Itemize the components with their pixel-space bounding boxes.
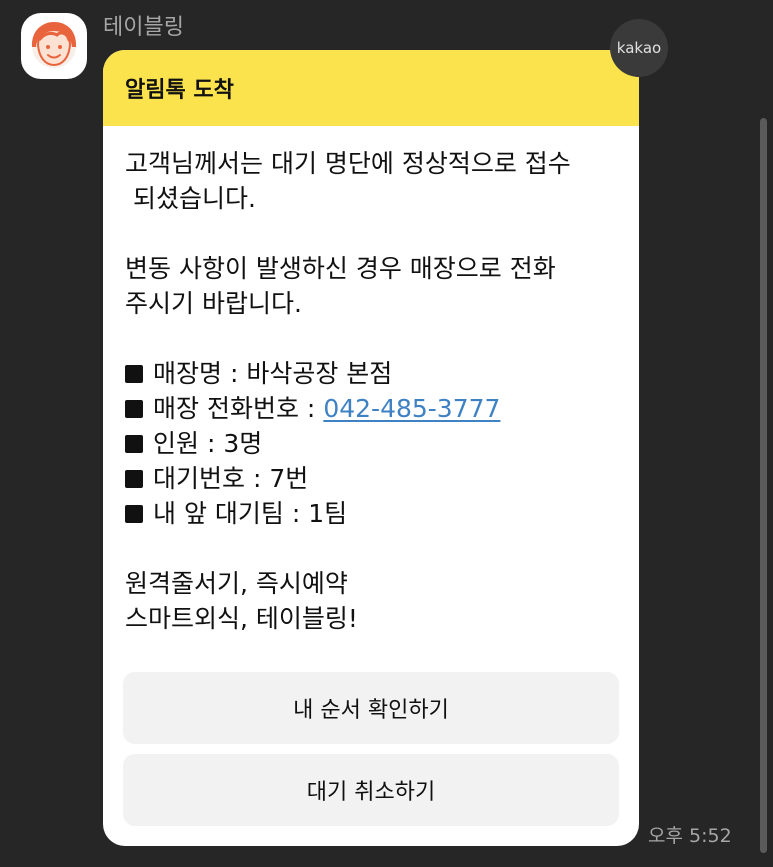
message-line: 변동 사항이 발생하신 경우 매장으로 전화 [125,254,556,283]
kakao-badge: kakao [610,19,668,77]
message-line: 고객님께서는 대기 명단에 정상적으로 접수 [125,149,571,178]
info-store-name: 매장명 : 바삭공장 본점 [125,356,617,391]
info-teams-ahead: 내 앞 대기팀 : 1팀 [125,496,617,531]
square-bullet-icon [125,399,143,418]
person-avatar-icon [31,22,77,68]
message-body: 고객님께서는 대기 명단에 정상적으로 접수 되셨습니다. 변동 사항이 발생하… [103,126,639,636]
square-bullet-icon [125,469,143,488]
message-timestamp: 오후 5:52 [648,825,732,847]
info-text: 매장 전화번호 : [153,394,316,423]
info-text: 매장명 : 바삭공장 본점 [153,359,393,388]
message-line: 되셨습니다. [125,184,256,213]
sender-name: 테이블링 [103,15,184,40]
info-store-phone: 매장 전화번호 : 042-485-3777 [125,391,617,426]
slogan-line: 원격줄서기, 즉시예약 [125,569,348,598]
sender-avatar[interactable] [21,13,87,79]
square-bullet-icon [125,364,143,383]
cancel-wait-button[interactable]: 대기 취소하기 [123,754,619,826]
alimtalk-message-bubble: 알림톡 도착 고객님께서는 대기 명단에 정상적으로 접수 되셨습니다. 변동 … [103,50,639,846]
info-party-size: 인원 : 3명 [125,426,617,461]
phone-number-link[interactable]: 042-485-3777 [323,391,500,426]
message-header-title: 알림톡 도착 [125,78,234,103]
square-bullet-icon [125,434,143,453]
scrollbar[interactable] [760,118,767,853]
message-header: 알림톡 도착 [103,50,639,126]
message-line: 주시기 바랍니다. [125,289,302,318]
slogan-line: 스마트외식, 테이블링! [125,604,358,633]
info-queue-number: 대기번호 : 7번 [125,461,617,496]
check-order-button[interactable]: 내 순서 확인하기 [123,672,619,744]
info-text: 인원 : 3명 [153,429,263,458]
square-bullet-icon [125,504,143,523]
info-text: 내 앞 대기팀 : 1팀 [153,499,348,528]
info-text: 대기번호 : 7번 [153,464,309,493]
